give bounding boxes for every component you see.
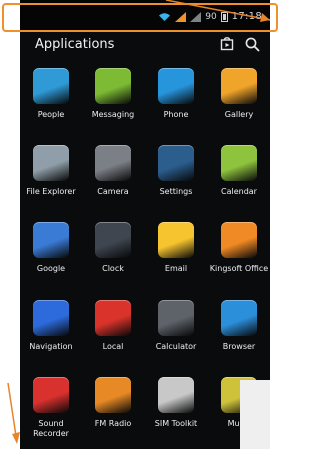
- annotation-arrows: [7, 0, 271, 444]
- arrow-head: [12, 432, 20, 444]
- arrow-line: [7, 382, 17, 437]
- arrow-head: [260, 13, 270, 22]
- arrow-line: [165, 0, 271, 21]
